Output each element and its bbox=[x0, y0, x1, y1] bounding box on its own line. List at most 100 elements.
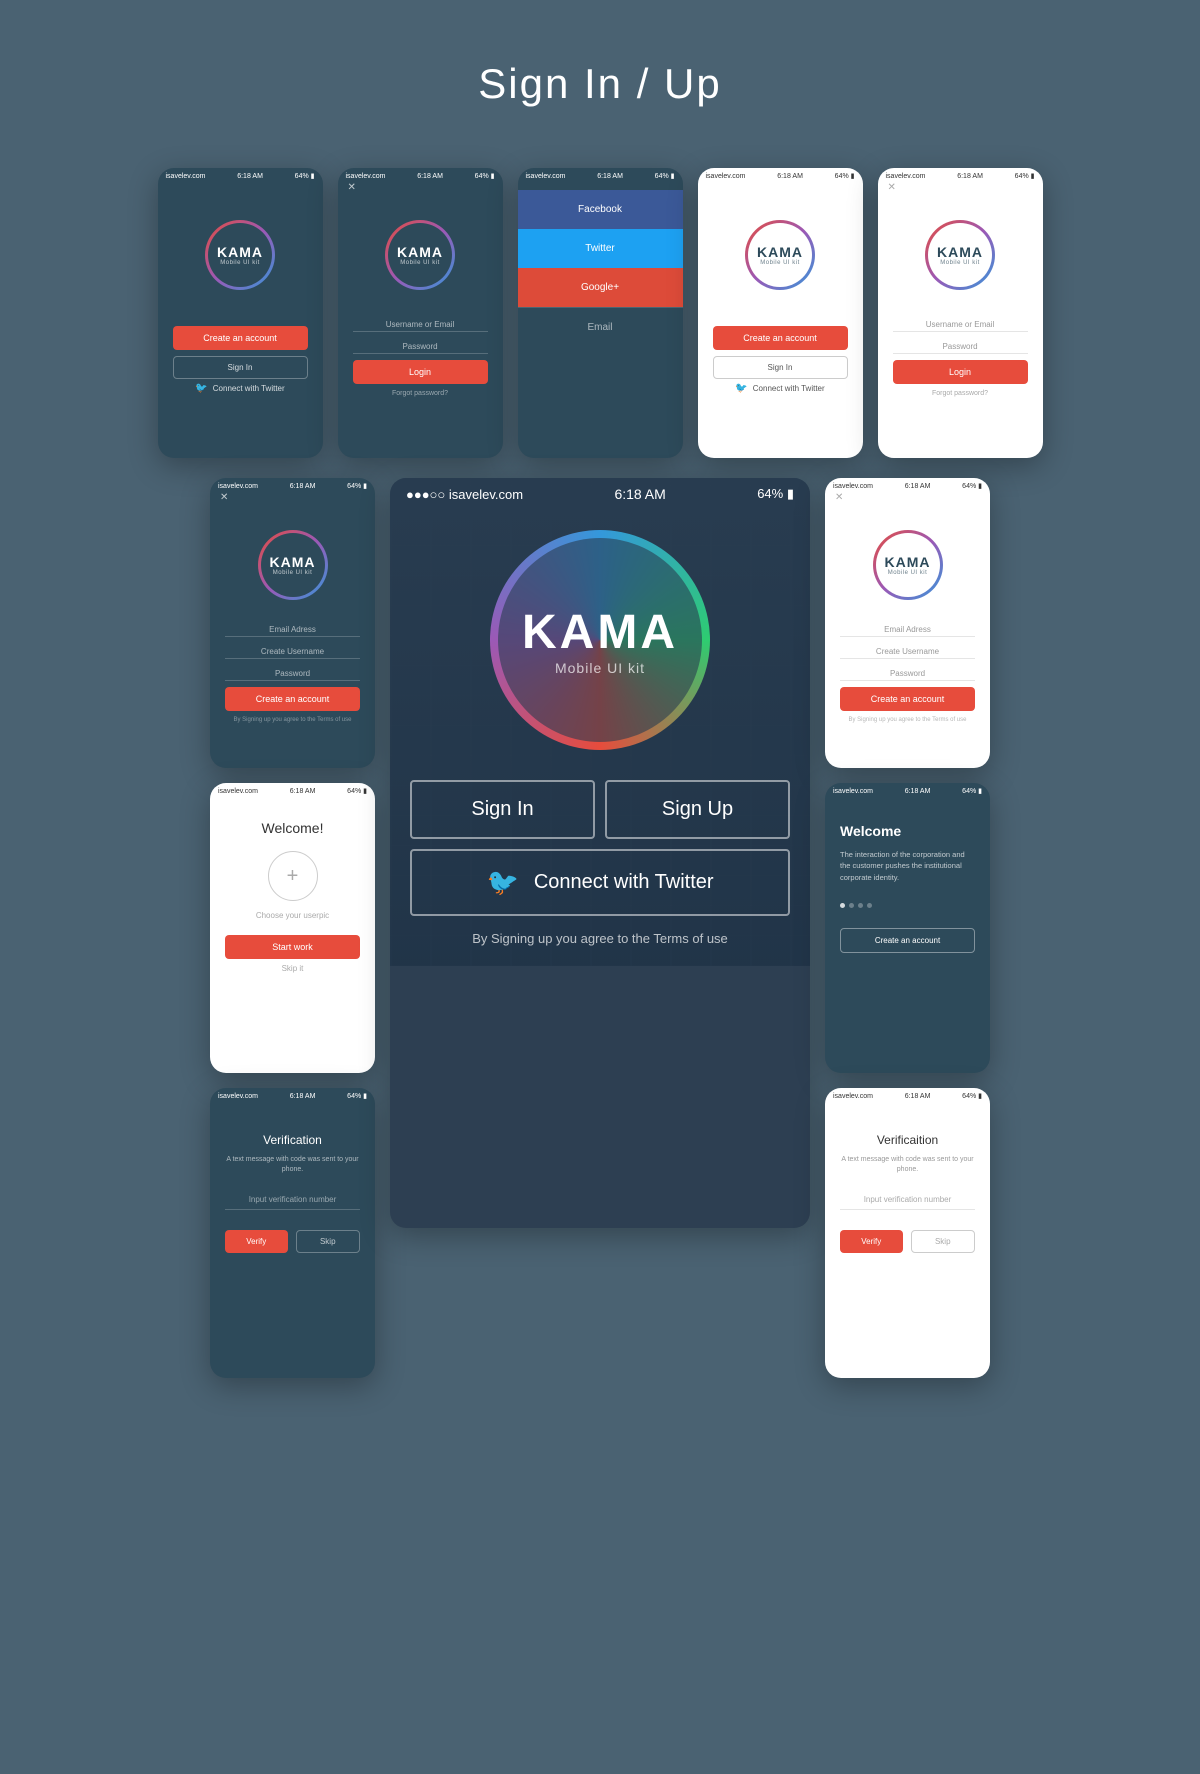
status-bar-1: isavelev.com 6:18 AM 64% ▮ bbox=[158, 168, 323, 184]
main-phone: ●●●○○ isavelev.com 6:18 AM 64% ▮ KAMA Mo… bbox=[390, 478, 810, 1228]
main-battery: 64% ▮ bbox=[757, 486, 794, 502]
col-left: ✕ isavelev.com 6:18 AM 64% ▮ KAMA Mobile… bbox=[210, 478, 375, 1378]
create-account-btn-4[interactable]: Create an account bbox=[713, 326, 848, 350]
google-btn[interactable]: Google+ bbox=[518, 268, 683, 307]
twitter-icon-1: 🐦 bbox=[195, 383, 207, 394]
email-btn[interactable]: Email bbox=[518, 307, 683, 347]
divider-6c bbox=[225, 680, 360, 681]
password-label-9: Password bbox=[825, 669, 990, 678]
login-btn-5[interactable]: Login bbox=[893, 360, 1028, 384]
main-row-buttons: Sign In Sign Up bbox=[410, 780, 790, 839]
phone-11-verif-light: isavelev.com 6:18 AM 64% ▮ Verificaition… bbox=[825, 1088, 990, 1378]
skip-btn-7[interactable]: Skip it bbox=[282, 964, 304, 973]
main-sign-up-btn[interactable]: Sign Up bbox=[605, 780, 790, 839]
divider-2b bbox=[353, 353, 488, 354]
verif-desc-11: A text message with code was sent to you… bbox=[840, 1155, 975, 1175]
verif-desc-8: A text message with code was sent to you… bbox=[225, 1155, 360, 1175]
verif-input-11[interactable]: Input verification number bbox=[864, 1195, 952, 1204]
email-label-6: Email Adress bbox=[210, 625, 375, 634]
logo-circle-6: KAMA Mobile UI kit bbox=[258, 530, 328, 600]
status-bar-4: isavelev.com 6:18 AM 64% ▮ bbox=[698, 168, 863, 184]
choose-userpic-text: Choose your userpic bbox=[256, 911, 329, 920]
agree-text-9: By Signing up you agree to the Terms of … bbox=[825, 717, 990, 723]
create-btn-6[interactable]: Create an account bbox=[225, 687, 360, 711]
phone-8-verification: isavelev.com 6:18 AM 64% ▮ Verification … bbox=[210, 1088, 375, 1378]
verify-btn-8[interactable]: Verify bbox=[225, 1230, 288, 1253]
password-label-2: Password bbox=[338, 342, 503, 351]
main-url: ●●●○○ isavelev.com bbox=[406, 487, 523, 502]
divider-9b bbox=[840, 658, 975, 659]
logo-circle-2: KAMA Mobile UI kit bbox=[385, 220, 455, 290]
password-label-5: Password bbox=[878, 342, 1043, 351]
status-bar-7: isavelev.com 6:18 AM 64% ▮ bbox=[210, 783, 375, 799]
dot-2 bbox=[849, 903, 854, 908]
divider-5a bbox=[893, 331, 1028, 332]
divider-6b bbox=[225, 658, 360, 659]
main-logo-circle: KAMA Mobile UI kit bbox=[490, 530, 710, 750]
status-bar-6: isavelev.com 6:18 AM 64% ▮ bbox=[210, 478, 375, 494]
status-bar-8: isavelev.com 6:18 AM 64% ▮ bbox=[210, 1088, 375, 1104]
status-bar-5: isavelev.com 6:18 AM 64% ▮ bbox=[878, 168, 1043, 184]
agree-text-6: By Signing up you agree to the Terms of … bbox=[210, 717, 375, 723]
username-label-9: Create Username bbox=[825, 647, 990, 656]
main-connect-twitter-btn[interactable]: 🐦 Connect with Twitter bbox=[410, 849, 790, 916]
login-btn-2[interactable]: Login bbox=[353, 360, 488, 384]
dot-3 bbox=[858, 903, 863, 908]
phone-4-signin-light: isavelev.com 6:18 AM 64% ▮ KAMA Mobile U… bbox=[698, 168, 863, 458]
connect-twitter-btn-1[interactable]: 🐦 Connect with Twitter bbox=[173, 383, 308, 394]
phone-3-social: isavelev.com 6:18 AM 64% ▮ Facebook Twit… bbox=[518, 168, 683, 458]
avatar-plus-icon[interactable]: + bbox=[268, 851, 318, 901]
phone-7-welcome: isavelev.com 6:18 AM 64% ▮ Welcome! + Ch… bbox=[210, 783, 375, 1073]
create-account-btn-1[interactable]: Create an account bbox=[173, 326, 308, 350]
forgot-text-5[interactable]: Forgot password? bbox=[878, 390, 1043, 397]
dot-4 bbox=[867, 903, 872, 908]
start-work-btn[interactable]: Start work bbox=[225, 935, 360, 959]
row-2: ✕ isavelev.com 6:18 AM 64% ▮ KAMA Mobile… bbox=[40, 478, 1160, 1378]
col-right: ✕ isavelev.com 6:18 AM 64% ▮ KAMA Mobile… bbox=[825, 478, 990, 1378]
main-logo-area: KAMA Mobile UI kit bbox=[390, 530, 810, 750]
dot-1 bbox=[840, 903, 845, 908]
username-label-6: Create Username bbox=[210, 647, 375, 656]
phone-2-login: ✕ isavelev.com 6:18 AM 64% ▮ KAMA Mobile… bbox=[338, 168, 503, 458]
verif-input-8[interactable]: Input verification number bbox=[249, 1195, 337, 1204]
row-1: isavelev.com 6:18 AM 64% ▮ KAMA Mobile U… bbox=[40, 168, 1160, 458]
verif-divider-8 bbox=[225, 1209, 360, 1210]
forgot-text-2[interactable]: Forgot password? bbox=[338, 390, 503, 397]
sign-in-btn-4[interactable]: Sign In bbox=[713, 356, 848, 379]
screens-grid: isavelev.com 6:18 AM 64% ▮ KAMA Mobile U… bbox=[0, 148, 1200, 1438]
status-bar-10: isavelev.com 6:18 AM 64% ▮ bbox=[825, 783, 990, 799]
phone-1-signin: isavelev.com 6:18 AM 64% ▮ KAMA Mobile U… bbox=[158, 168, 323, 458]
main-terms-text: By Signing up you agree to the Terms of … bbox=[410, 931, 790, 946]
status-bar-11: isavelev.com 6:18 AM 64% ▮ bbox=[825, 1088, 990, 1104]
verif-title-11: Verificaition bbox=[877, 1133, 938, 1147]
main-logo-sub: Mobile UI kit bbox=[555, 660, 645, 676]
phone-9-signup-light: ✕ isavelev.com 6:18 AM 64% ▮ KAMA Mobile… bbox=[825, 478, 990, 768]
verify-btn-11[interactable]: Verify bbox=[840, 1230, 903, 1253]
main-sign-in-btn[interactable]: Sign In bbox=[410, 780, 595, 839]
twitter-icon-4: 🐦 bbox=[735, 383, 747, 394]
divider-6a bbox=[225, 636, 360, 637]
page-title: Sign In / Up bbox=[0, 0, 1200, 148]
skip-btn-11[interactable]: Skip bbox=[911, 1230, 976, 1253]
main-time: 6:18 AM bbox=[614, 486, 665, 502]
sign-in-btn-1[interactable]: Sign In bbox=[173, 356, 308, 379]
email-label-9: Email Adress bbox=[825, 625, 990, 634]
onboard-create-btn[interactable]: Create an account bbox=[840, 928, 975, 953]
onboard-desc: The interaction of the corporation and t… bbox=[840, 849, 975, 883]
main-buttons-area: Sign In Sign Up 🐦 Connect with Twitter B… bbox=[390, 750, 810, 966]
phone-10-onboard: isavelev.com 6:18 AM 64% ▮ Welcome The i… bbox=[825, 783, 990, 1073]
verif-title-8: Verification bbox=[263, 1133, 322, 1147]
main-status-bar: ●●●○○ isavelev.com 6:18 AM 64% ▮ bbox=[390, 478, 810, 510]
logo-circle-9: KAMA Mobile UI kit bbox=[873, 530, 943, 600]
create-btn-9[interactable]: Create an account bbox=[840, 687, 975, 711]
main-twitter-icon: 🐦 bbox=[486, 867, 518, 898]
phone-5-login-light: ✕ isavelev.com 6:18 AM 64% ▮ KAMA Mobile… bbox=[878, 168, 1043, 458]
password-label-6: Password bbox=[210, 669, 375, 678]
connect-twitter-btn-4[interactable]: 🐦 Connect with Twitter bbox=[713, 383, 848, 394]
divider-2a bbox=[353, 331, 488, 332]
facebook-btn[interactable]: Facebook bbox=[518, 190, 683, 229]
logo-circle-1: KAMA Mobile UI kit bbox=[205, 220, 275, 290]
twitter-social-btn[interactable]: Twitter bbox=[518, 229, 683, 268]
divider-9c bbox=[840, 680, 975, 681]
skip-btn-8[interactable]: Skip bbox=[296, 1230, 361, 1253]
